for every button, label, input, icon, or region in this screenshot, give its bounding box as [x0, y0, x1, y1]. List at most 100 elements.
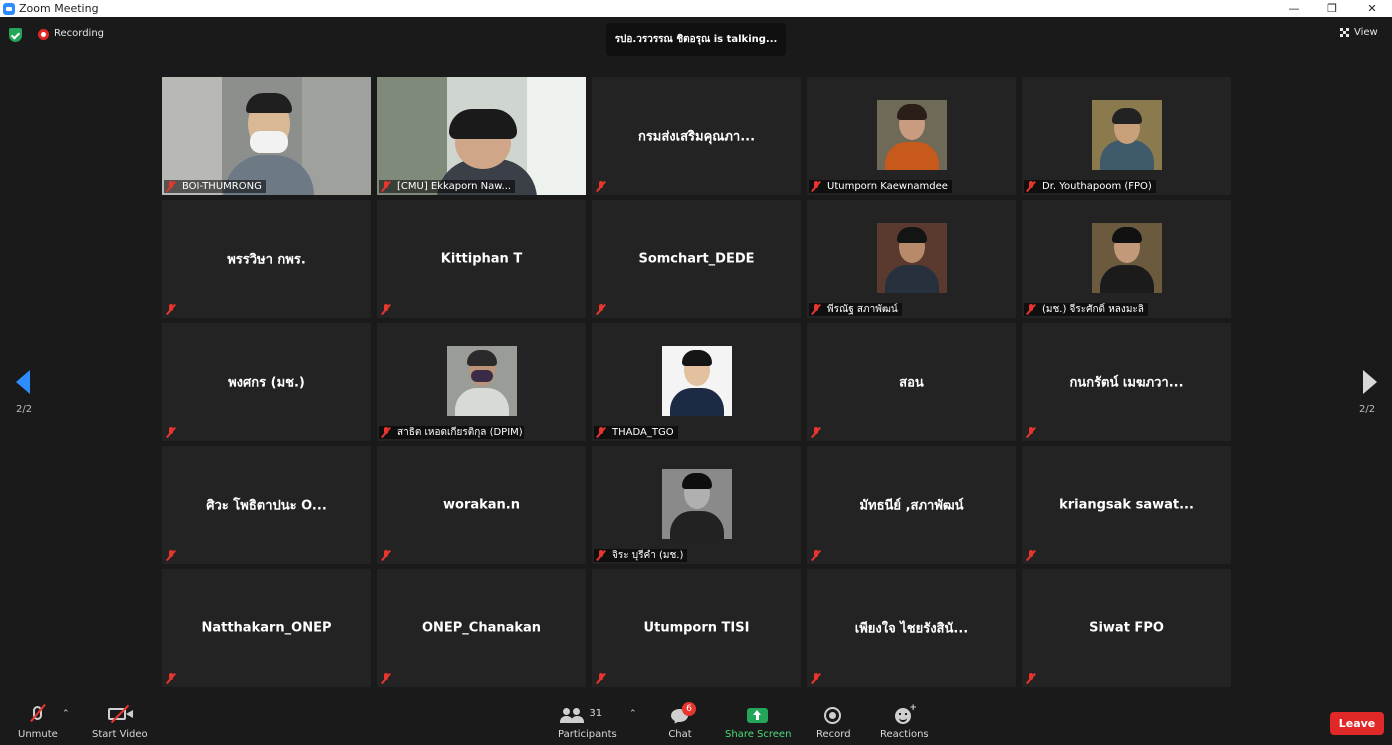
participant-tile[interactable]: เพียงใจ ไชยรังสินั... [807, 569, 1016, 687]
muted-mic-icon [596, 673, 606, 684]
participant-nametag: Dr. Youthapoom (FPO) [1024, 180, 1156, 193]
muted-mic-icon [811, 550, 821, 561]
participant-tile[interactable]: THADA_TGO [592, 323, 801, 441]
participant-tile[interactable]: Somchart_DEDE [592, 200, 801, 318]
muted-mic-icon [1026, 181, 1036, 192]
participant-tile[interactable]: Utumporn TISI [592, 569, 801, 687]
participants-button[interactable]: 31 Participants [558, 699, 617, 745]
record-button[interactable]: Record [816, 699, 851, 745]
muted-mic-icon [811, 181, 821, 192]
participants-icon [560, 708, 585, 724]
participant-nametag [379, 303, 395, 316]
share-screen-label: Share Screen [725, 729, 792, 740]
participant-name-center: kriangsak sawat... [1059, 497, 1194, 513]
participant-video [162, 77, 371, 195]
muted-mic-icon [381, 427, 391, 438]
participant-name-center: worakan.n [443, 497, 520, 513]
unmute-button[interactable]: Unmute [18, 699, 58, 745]
participant-tile[interactable]: Natthakarn_ONEP [162, 569, 371, 687]
participant-avatar [1092, 223, 1162, 293]
reactions-button[interactable]: + Reactions [880, 699, 929, 745]
participant-tile[interactable]: กนกรัตน์ เมฆภวา... [1022, 323, 1231, 441]
audio-options-chevron-icon[interactable]: ⌃ [62, 709, 70, 719]
participants-options-chevron-icon[interactable]: ⌃ [629, 709, 637, 719]
muted-mic-icon [381, 550, 391, 561]
chat-button[interactable]: 6 Chat [665, 699, 696, 745]
chat-unread-badge: 6 [682, 702, 696, 716]
record-icon [824, 707, 842, 724]
meeting-topbar: Recording รปอ.วรวรรณ ชิตอรุณ is talking.… [0, 17, 1392, 56]
participant-name-center: มัทธนีย์ ,สภาพัฒน์ [859, 498, 964, 514]
participant-nametag [164, 672, 180, 685]
muted-mic-icon [381, 181, 391, 192]
share-screen-button[interactable]: Share Screen [725, 699, 791, 745]
participant-tile[interactable]: Siwat FPO [1022, 569, 1231, 687]
muted-mic-icon [1026, 673, 1036, 684]
participant-name-center: พงศกร (มช.) [228, 375, 305, 391]
participant-tile[interactable]: พีรณัฐ สภาพัฒน์ [807, 200, 1016, 318]
start-video-button[interactable]: Start Video [92, 699, 148, 745]
participant-tile[interactable]: kriangsak sawat... [1022, 446, 1231, 564]
share-screen-icon [747, 708, 769, 723]
participant-nametag [594, 672, 610, 685]
participant-nametag [164, 303, 180, 316]
participant-tile[interactable]: พงศกร (มช.) [162, 323, 371, 441]
participant-name-center: Somchart_DEDE [638, 251, 755, 267]
participant-tile[interactable]: กรมส่งเสริมคุณภา... [592, 77, 801, 195]
participant-avatar [1092, 100, 1162, 170]
view-button[interactable]: View [1340, 27, 1378, 38]
participant-tile[interactable]: มัทธนีย์ ,สภาพัฒน์ [807, 446, 1016, 564]
window-titlebar: Zoom Meeting — ❐ ✕ [0, 0, 1392, 17]
participant-tile[interactable]: (มช.) จีระศักดิ์ หลงมะลิ [1022, 200, 1231, 318]
reactions-label: Reactions [880, 729, 929, 740]
participant-tile[interactable]: สาธิต เหอดเกียรติกุล (DPIM) [377, 323, 586, 441]
muted-mic-icon [166, 427, 176, 438]
participant-tile[interactable]: [CMU] Ekkaporn Naw... [377, 77, 586, 195]
muted-mic-icon [1026, 304, 1036, 315]
security-shield-icon[interactable] [9, 28, 22, 42]
participant-nametag [164, 549, 180, 562]
view-label: View [1354, 27, 1378, 38]
participant-tile[interactable]: ศิวะ โพธิตาปนะ O... [162, 446, 371, 564]
participants-label: Participants [558, 729, 617, 740]
participant-avatar [447, 346, 517, 416]
participant-name-center: ONEP_Chanakan [421, 620, 542, 636]
muted-mic-icon [811, 673, 821, 684]
participant-nametag: Utumporn Kaewnamdee [809, 180, 952, 193]
muted-mic-icon [596, 181, 606, 192]
participant-tile[interactable]: worakan.n [377, 446, 586, 564]
recording-icon [38, 29, 49, 40]
minimize-button[interactable]: — [1274, 0, 1314, 17]
previous-page-arrow-icon[interactable] [16, 370, 30, 394]
participant-tile[interactable]: สอน [807, 323, 1016, 441]
zoom-app-icon [3, 2, 15, 15]
restore-button[interactable]: ❐ [1312, 0, 1352, 17]
muted-mic-icon [1026, 427, 1036, 438]
muted-mic-icon [166, 181, 176, 192]
participant-tile[interactable]: จิระ บุรีคำ (มช.) [592, 446, 801, 564]
participant-tile[interactable]: Kittiphan T [377, 200, 586, 318]
participant-tile[interactable]: Utumporn Kaewnamdee [807, 77, 1016, 195]
leave-button[interactable]: Leave [1330, 712, 1384, 735]
participant-tile[interactable]: BOI-THUMRONG [162, 77, 371, 195]
participant-nametag: จิระ บุรีคำ (มช.) [594, 549, 688, 562]
participant-nametag [379, 672, 395, 685]
muted-mic-icon [381, 304, 391, 315]
muted-mic-icon [596, 304, 606, 315]
muted-mic-icon [811, 304, 821, 315]
participants-count: 31 [589, 708, 603, 719]
muted-mic-icon [596, 550, 606, 561]
participant-avatar [877, 223, 947, 293]
close-button[interactable]: ✕ [1352, 0, 1392, 17]
participant-nametag [594, 303, 610, 316]
next-page-arrow-icon[interactable] [1363, 370, 1377, 394]
participant-tile[interactable]: พรรวิษา กพร. [162, 200, 371, 318]
active-speaker-banner: รปอ.วรวรรณ ชิตอรุณ is talking... [606, 23, 786, 56]
participant-tile[interactable]: Dr. Youthapoom (FPO) [1022, 77, 1231, 195]
muted-mic-icon [811, 427, 821, 438]
window-title: Zoom Meeting [19, 2, 99, 15]
participant-tile[interactable]: ONEP_Chanakan [377, 569, 586, 687]
record-label: Record [816, 729, 851, 740]
participant-nametag: [CMU] Ekkaporn Naw... [379, 180, 516, 193]
participant-nametag: BOI-THUMRONG [164, 180, 266, 193]
